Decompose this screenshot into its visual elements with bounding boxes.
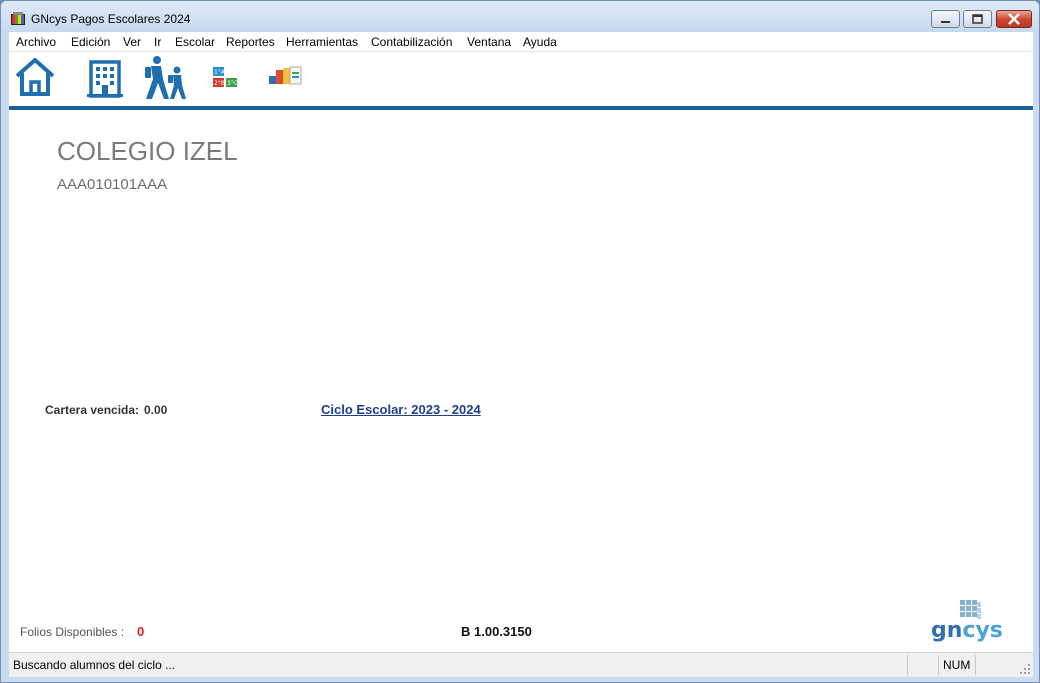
building-icon[interactable] (85, 58, 125, 98)
status-pane-3 (975, 655, 1012, 675)
menu-ventana[interactable]: Ventana (467, 35, 511, 49)
version-label: B 1.00.3150 (461, 624, 532, 639)
menu-edicion[interactable]: Edición (71, 35, 110, 49)
minimize-button[interactable] (931, 10, 960, 28)
toolbar: 1°A 2°B 3°C (9, 52, 1033, 106)
menu-herramientas[interactable]: Herramientas (286, 35, 358, 49)
grade-label-1a: 1°A (214, 69, 226, 76)
logo-wordmark: gncys (931, 618, 1013, 643)
ciclo-escolar-link[interactable]: Ciclo Escolar: 2023 - 2024 (321, 402, 481, 417)
num-lock-indicator: NUM (943, 658, 971, 672)
status-bar: Buscando alumnos del ciclo ... NUM (9, 652, 1033, 677)
menu-reportes[interactable]: Reportes (226, 35, 275, 49)
menu-contabilizacion[interactable]: Contabilización (371, 35, 452, 49)
main-content: COLEGIO IZEL AAA010101AAA Cartera vencid… (9, 110, 1033, 651)
students-walking-icon[interactable] (141, 55, 189, 101)
folios-disponibles-label: Folios Disponibles : (20, 625, 125, 639)
cartera-vencida-label: Cartera vencida: (45, 403, 140, 417)
cartera-vencida-value: 0.00 (144, 403, 168, 417)
minimize-icon (941, 21, 950, 23)
gncys-logo: gncys (931, 598, 1013, 648)
payments-icon[interactable] (268, 66, 302, 88)
home-icon[interactable] (13, 56, 57, 98)
menu-ver[interactable]: Ver (123, 35, 141, 49)
status-pane-1 (907, 655, 938, 675)
close-button[interactable] (996, 10, 1032, 28)
grades-icon[interactable]: 1°A 2°B 3°C (213, 67, 239, 87)
menu-ayuda[interactable]: Ayuda (523, 35, 557, 49)
school-name: COLEGIO IZEL (57, 136, 238, 166)
app-window: GNcys Pagos Escolares 2024 Archivo Edici… (0, 0, 1040, 683)
status-message: Buscando alumnos del ciclo ... (13, 658, 176, 672)
restore-button[interactable] (963, 10, 992, 28)
folios-disponibles-value: 0 (137, 624, 145, 639)
logo-wordmark-cys: cys (962, 618, 1003, 643)
menu-escolar[interactable]: Escolar (175, 35, 215, 49)
grade-label-3c: 3°C (227, 80, 238, 87)
app-icon[interactable] (10, 11, 26, 27)
resize-grip-icon[interactable] (1019, 663, 1031, 675)
grades-tiles-icon: 1°A 2°B 3°C (213, 67, 238, 87)
window-title: GNcys Pagos Escolares 2024 (31, 12, 191, 26)
menu-bar: Archivo Edición Ver Ir Escolar Reportes … (9, 32, 1033, 52)
menu-archivo[interactable]: Archivo (16, 35, 56, 49)
restore-icon (972, 14, 983, 24)
logo-wordmark-gn: gn (931, 618, 963, 643)
menu-ir[interactable]: Ir (154, 35, 161, 49)
client-area: Archivo Edición Ver Ir Escolar Reportes … (9, 32, 1033, 677)
grade-label-2b: 2°B (214, 80, 225, 87)
title-bar[interactable]: GNcys Pagos Escolares 2024 (1, 1, 1039, 32)
school-rfc: AAA010101AAA (57, 176, 168, 193)
close-icon (1008, 13, 1020, 25)
